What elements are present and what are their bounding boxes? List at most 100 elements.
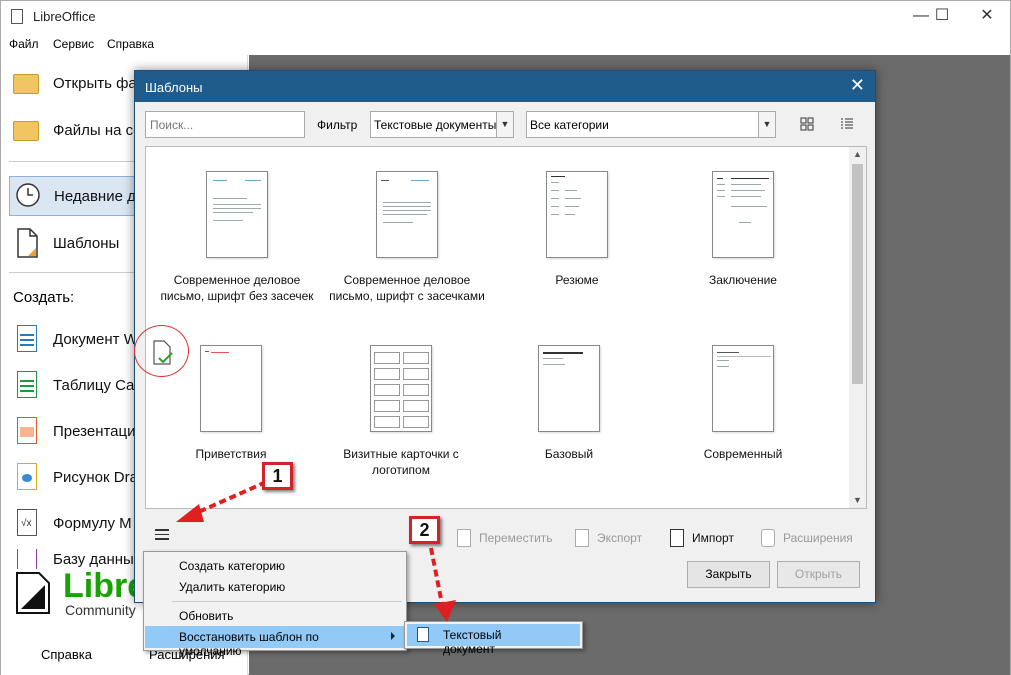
templates-scrollbar[interactable]: ▲ ▼ [849, 147, 866, 508]
folder-icon [13, 115, 43, 145]
create-impress-label: Презентаци [53, 422, 136, 440]
chevron-down-icon: ▼ [758, 112, 775, 137]
thumbnail-view-icon[interactable] [800, 117, 814, 131]
template-item[interactable]: Современное деловое письмо, шрифт с засе… [322, 171, 492, 304]
template-item[interactable]: Резюме [492, 171, 662, 288]
create-math-label: Формулу M [53, 514, 132, 532]
reset-default-submenu: Текстовый документ [404, 621, 583, 656]
template-thumbnail [206, 171, 268, 258]
extensions-button[interactable]: Расширения [761, 526, 853, 550]
export-button[interactable]: Экспорт [575, 526, 642, 550]
template-thumbnail [712, 345, 774, 432]
menu-item-create-category[interactable]: Создать категорию [145, 555, 405, 577]
scrollbar-thumb[interactable] [852, 164, 863, 384]
writer-icon [13, 324, 43, 354]
filter-dropdown-value: Текстовые документы [374, 118, 497, 132]
clock-icon [14, 181, 44, 211]
filter-label: Фильтр [317, 118, 358, 132]
import-label: Импорт [692, 531, 734, 545]
import-icon [670, 529, 684, 547]
import-button[interactable]: Импорт [670, 526, 734, 550]
title-bar: LibreOffice — ☐ ✕ [1, 1, 1010, 33]
template-name: Современный [703, 447, 783, 461]
template-name: Современное деловое письмо, шрифт с засе… [329, 273, 485, 303]
template-name: Базовый [544, 447, 594, 461]
category-dropdown-value: Все категории [530, 118, 609, 132]
move-button[interactable]: Переместить [457, 526, 553, 550]
default-template-check-icon [152, 340, 174, 366]
open-template-button[interactable]: Открыть [777, 561, 860, 588]
calc-icon [13, 370, 43, 400]
move-icon [457, 529, 471, 547]
template-thumbnail [712, 171, 774, 258]
base-icon [13, 549, 43, 569]
menu-item-delete-category[interactable]: Удалить категорию [145, 576, 405, 598]
template-name: Современное деловое письмо, шрифт без за… [160, 273, 314, 303]
maximize-button[interactable]: ☐ [919, 1, 965, 33]
template-search-input[interactable] [145, 111, 305, 138]
step-1-badge: 1 [262, 462, 293, 490]
submenu-item-label: Текстовый документ [443, 628, 502, 656]
open-file-label: Открыть фа [53, 74, 137, 92]
template-icon [13, 228, 43, 258]
menu-bar: Файл Сервис Справка [1, 34, 1010, 54]
settings-context-menu: Создать категорию Удалить категорию Обно… [143, 551, 407, 658]
close-window-button[interactable]: ✕ [964, 1, 1010, 33]
menu-item-refresh[interactable]: Обновить [145, 605, 405, 627]
chevron-down-icon: ▼ [496, 112, 513, 137]
filter-dropdown[interactable]: Текстовые документы ▼ [370, 111, 514, 138]
template-thumbnail [376, 171, 438, 258]
template-item[interactable]: Современный [658, 345, 828, 462]
dialog-title: Шаблоны [145, 80, 203, 95]
recent-documents-label: Недавние д [54, 187, 136, 205]
template-thumbnail [370, 345, 432, 432]
template-item[interactable]: Базовый [484, 345, 654, 462]
submenu-item-text-document[interactable]: Текстовый документ [407, 624, 580, 656]
scroll-up-icon[interactable]: ▲ [849, 147, 866, 162]
scroll-down-icon[interactable]: ▼ [849, 493, 866, 508]
templates-dialog: Шаблоны ✕ Фильтр Текстовые документы ▼ В… [134, 70, 876, 603]
dialog-close-icon[interactable]: ✕ [850, 75, 865, 96]
template-name: Заключение [709, 273, 777, 287]
template-thumbnail [538, 345, 600, 432]
template-thumbnail [546, 171, 608, 258]
step-2-badge: 2 [409, 516, 440, 544]
math-icon: √x [13, 508, 43, 538]
move-label: Переместить [479, 531, 553, 545]
create-draw-label: Рисунок Dra [53, 468, 138, 486]
templates-label: Шаблоны [53, 234, 120, 252]
list-view-icon[interactable] [840, 117, 854, 131]
template-item[interactable]: Визитные карточки с логотипом [316, 345, 486, 478]
menu-file[interactable]: Файл [9, 37, 39, 51]
window-title: LibreOffice [33, 9, 96, 24]
remote-files-label: Файлы на се [53, 121, 142, 139]
create-calc-label: Таблицу Ca [53, 376, 135, 394]
template-thumbnail [200, 345, 262, 432]
help-link[interactable]: Справка [41, 647, 92, 662]
libreoffice-logo-subtitle: Community [65, 602, 136, 618]
template-name: Визитные карточки с логотипом [343, 447, 459, 477]
text-document-icon [417, 627, 429, 642]
chevron-right-icon [391, 632, 395, 640]
hamburger-menu-icon[interactable] [155, 529, 169, 543]
close-dialog-button[interactable]: Закрыть [687, 561, 770, 588]
menu-separator [172, 601, 402, 602]
folder-icon [13, 68, 43, 98]
draw-icon [13, 462, 43, 492]
menu-help[interactable]: Справка [107, 37, 154, 51]
export-icon [575, 529, 589, 547]
template-item[interactable]: Современное деловое письмо, шрифт без за… [152, 171, 322, 304]
category-dropdown[interactable]: Все категории ▼ [526, 111, 776, 138]
libreoffice-app-icon [11, 9, 23, 24]
create-writer-label: Документ W [53, 330, 138, 348]
create-base-label: Базу данны [53, 550, 134, 568]
templates-grid: Современное деловое письмо, шрифт без за… [145, 146, 867, 509]
template-name: Резюме [555, 273, 599, 287]
extensions-label: Расширения [783, 531, 853, 545]
menu-item-reset-default-template[interactable]: Восстановить шаблон по умолчанию [145, 626, 405, 658]
puzzle-icon [761, 529, 775, 547]
export-label: Экспорт [597, 531, 643, 545]
template-item[interactable]: Заключение [658, 171, 828, 288]
libreoffice-logo-icon [15, 571, 51, 615]
menu-tools[interactable]: Сервис [53, 37, 94, 51]
